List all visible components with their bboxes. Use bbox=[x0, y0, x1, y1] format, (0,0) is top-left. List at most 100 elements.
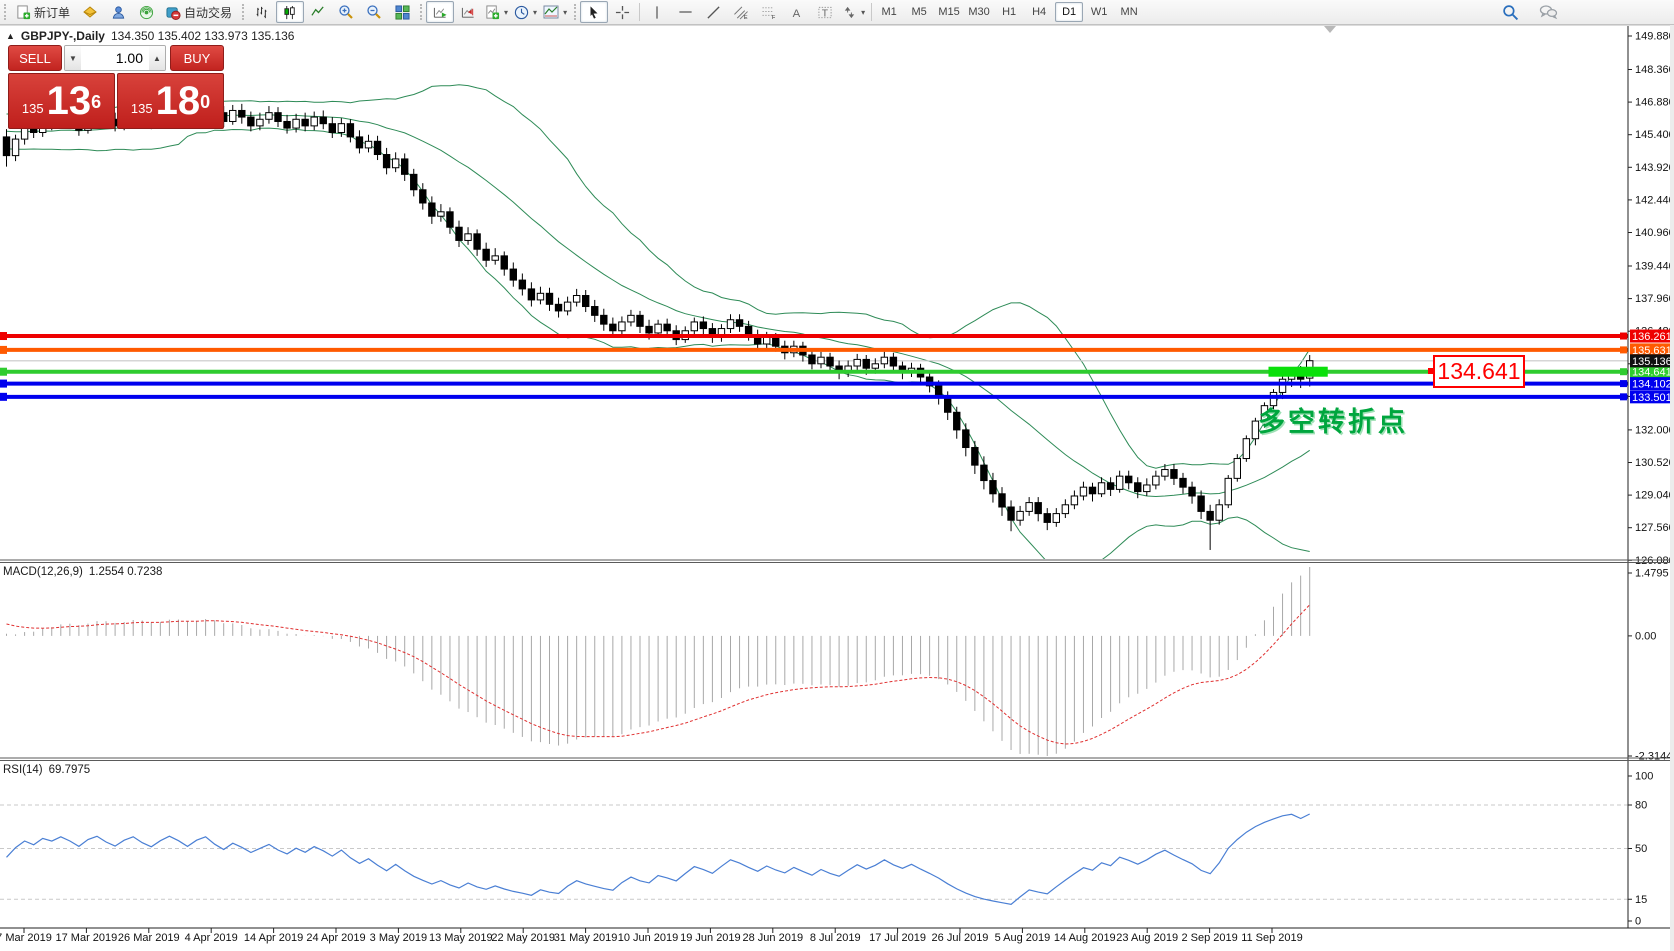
svg-text:14 Aug 2019: 14 Aug 2019 bbox=[1054, 932, 1116, 944]
timeframe-mn[interactable]: MN bbox=[1115, 2, 1143, 22]
volume-decrease-button[interactable]: ▼ bbox=[65, 46, 81, 70]
horizontal-line-icon bbox=[678, 5, 693, 19]
templates-button[interactable]: ▾ bbox=[540, 1, 570, 23]
volume-input[interactable] bbox=[81, 46, 149, 70]
svg-text:5 Aug 2019: 5 Aug 2019 bbox=[995, 932, 1051, 944]
one-click-trading-panel: SELL ▼ ▲ BUY 135 13 6 135 18 0 bbox=[8, 45, 224, 129]
navigator-button[interactable] bbox=[104, 1, 132, 23]
svg-text:0: 0 bbox=[1635, 916, 1641, 928]
zoom-out-button[interactable] bbox=[360, 1, 388, 23]
crosshair-button[interactable] bbox=[608, 1, 636, 23]
sell-price-button[interactable]: 135 13 6 bbox=[8, 73, 115, 129]
svg-text:10 Jun 2019: 10 Jun 2019 bbox=[618, 932, 679, 944]
candlestick-chart-icon bbox=[283, 5, 298, 20]
indicators-caret: ▾ bbox=[504, 8, 508, 17]
svg-text:7 Mar 2019: 7 Mar 2019 bbox=[0, 932, 52, 944]
svg-text:13 May 2019: 13 May 2019 bbox=[429, 932, 493, 944]
price-callout-label[interactable]: 134.641 bbox=[1433, 355, 1525, 388]
timeframe-m30[interactable]: M30 bbox=[965, 2, 993, 22]
fibonacci-button[interactable]: F bbox=[755, 1, 783, 23]
svg-text:19 Jun 2019: 19 Jun 2019 bbox=[680, 932, 741, 944]
timeframe-m5[interactable]: M5 bbox=[905, 2, 933, 22]
svg-text:126.080: 126.080 bbox=[1635, 555, 1674, 567]
signals-button[interactable] bbox=[132, 1, 160, 23]
svg-text:A: A bbox=[793, 7, 801, 19]
turning-point-annotation[interactable]: 多空转折点 bbox=[1258, 400, 1408, 439]
toolbar-grip bbox=[4, 4, 6, 20]
axis-price-labels: 136.261135.631134.641134.102133.501135.1… bbox=[1630, 330, 1673, 404]
buy-button[interactable]: BUY bbox=[170, 45, 224, 71]
buy-price-button[interactable]: 135 18 0 bbox=[117, 73, 224, 129]
svg-text:136.261: 136.261 bbox=[1632, 331, 1672, 343]
price-axis[interactable]: 149.880148.360146.880145.400143.920142.4… bbox=[1628, 31, 1674, 567]
chat-button[interactable] bbox=[1534, 1, 1562, 23]
svg-text:26 Mar 2019: 26 Mar 2019 bbox=[118, 932, 180, 944]
new-order-icon bbox=[16, 5, 31, 20]
time-axis[interactable]: 7 Mar 201917 Mar 201926 Mar 20194 Apr 20… bbox=[0, 928, 1303, 944]
svg-text:2 Sep 2019: 2 Sep 2019 bbox=[1181, 932, 1237, 944]
svg-text:130.520: 130.520 bbox=[1635, 457, 1674, 469]
svg-text:133.501: 133.501 bbox=[1632, 392, 1672, 404]
chart-shift-button[interactable] bbox=[454, 1, 482, 23]
trendline-button[interactable] bbox=[699, 1, 727, 23]
indicators-button[interactable]: ▾ bbox=[482, 1, 511, 23]
text-button[interactable]: A bbox=[783, 1, 811, 23]
sell-price-prefix: 135 bbox=[22, 101, 44, 116]
svg-text:3 May 2019: 3 May 2019 bbox=[370, 932, 427, 944]
equidistant-channel-button[interactable]: E bbox=[727, 1, 755, 23]
mt4-window: { "toolbar": { "new_order": "新订单", "auto… bbox=[0, 0, 1674, 951]
new-order-button[interactable]: 新订单 bbox=[10, 1, 76, 23]
timeframe-m15[interactable]: M15 bbox=[935, 2, 963, 22]
cursor-button[interactable] bbox=[580, 1, 608, 23]
sell-price-sup: 6 bbox=[91, 92, 101, 113]
svg-text:134.102: 134.102 bbox=[1632, 379, 1672, 391]
periods-caret: ▾ bbox=[533, 8, 537, 17]
auto-trading-icon bbox=[166, 5, 181, 20]
timeframe-h1[interactable]: H1 bbox=[995, 2, 1023, 22]
tile-windows-button[interactable] bbox=[388, 1, 416, 23]
svg-text:24 Apr 2019: 24 Apr 2019 bbox=[306, 932, 365, 944]
svg-text:100: 100 bbox=[1635, 771, 1653, 783]
candles bbox=[3, 96, 1313, 550]
vertical-line-button[interactable] bbox=[643, 1, 671, 23]
search-button[interactable] bbox=[1496, 1, 1524, 23]
text-a-icon: A bbox=[790, 5, 804, 20]
toolbar-grip bbox=[242, 4, 244, 20]
toolbar-separator bbox=[871, 3, 872, 21]
svg-text:50: 50 bbox=[1635, 843, 1647, 855]
auto-scroll-button[interactable] bbox=[426, 1, 454, 23]
arrows-button[interactable]: ▾ bbox=[839, 1, 868, 23]
volume-spinner: ▼ ▲ bbox=[64, 45, 166, 71]
horizontal-line-button[interactable] bbox=[671, 1, 699, 23]
auto-trading-button[interactable]: 自动交易 bbox=[160, 1, 238, 23]
sell-button[interactable]: SELL bbox=[8, 45, 62, 71]
timeframe-w1[interactable]: W1 bbox=[1085, 2, 1113, 22]
candlestick-chart-button[interactable] bbox=[276, 1, 304, 23]
line-chart-button[interactable] bbox=[304, 1, 332, 23]
line-chart-icon bbox=[311, 5, 326, 20]
macd-pane: 1.47950.00-2.3144 bbox=[7, 567, 1673, 763]
sell-price-big: 13 bbox=[47, 81, 92, 121]
periods-button[interactable]: ▾ bbox=[511, 1, 540, 23]
market-watch-button[interactable] bbox=[76, 1, 104, 23]
templates-icon bbox=[543, 5, 559, 19]
svg-text:145.400: 145.400 bbox=[1635, 129, 1674, 141]
timeframe-m1[interactable]: M1 bbox=[875, 2, 903, 22]
fibonacci-icon: F bbox=[761, 5, 777, 20]
highlight-segment[interactable] bbox=[1269, 367, 1328, 377]
bar-chart-button[interactable] bbox=[248, 1, 276, 23]
zoom-in-button[interactable] bbox=[332, 1, 360, 23]
horizontal-line-objects[interactable] bbox=[0, 332, 1628, 401]
title-arrow-icon: ▲ bbox=[6, 31, 15, 41]
volume-increase-button[interactable]: ▲ bbox=[149, 46, 165, 70]
timeframe-h4[interactable]: H4 bbox=[1025, 2, 1053, 22]
chart-shift-icon bbox=[460, 5, 476, 20]
svg-text:80: 80 bbox=[1635, 800, 1647, 812]
text-label-button[interactable]: T bbox=[811, 1, 839, 23]
svg-text:E: E bbox=[744, 15, 748, 20]
chat-icon bbox=[1539, 4, 1558, 20]
timeframe-d1[interactable]: D1 bbox=[1055, 2, 1083, 22]
trendline-icon bbox=[706, 5, 721, 20]
auto-trading-label: 自动交易 bbox=[184, 4, 232, 21]
svg-text:127.560: 127.560 bbox=[1635, 522, 1674, 534]
